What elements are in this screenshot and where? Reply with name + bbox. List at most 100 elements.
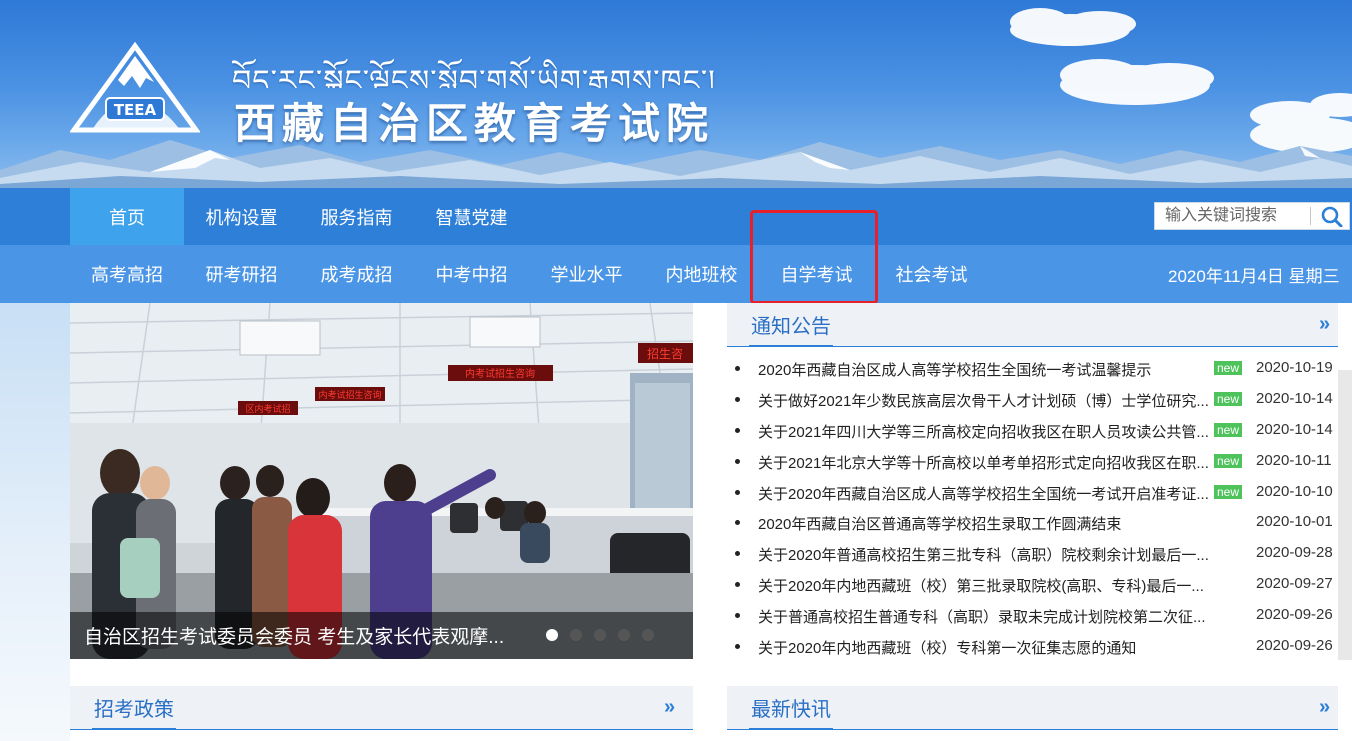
nav-item-label: 自学考试 bbox=[780, 265, 853, 285]
nav-item-graduate-exam[interactable]: 研考研招 bbox=[184, 245, 299, 303]
nav-item-label: 中考中招 bbox=[435, 265, 508, 285]
notices-panel-header: 通知公告 » bbox=[727, 303, 1338, 347]
site-title: 西藏自治区教育考试院 bbox=[234, 99, 715, 148]
current-date: 2020年11月4日 星期三 bbox=[1168, 266, 1340, 286]
notice-item[interactable]: 关于2020年内地西藏班（校）第三批录取院校(高职、专科)最后一... 2020-… bbox=[727, 569, 1337, 600]
notice-item[interactable]: 关于2020年普通高校招生第三批专科（高职）院校剩余计划最后一... 2020-0… bbox=[727, 538, 1337, 569]
notice-date: 2020-09-26 bbox=[1256, 637, 1333, 655]
notice-date: 2020-09-27 bbox=[1256, 575, 1333, 593]
notice-title[interactable]: 2020年西藏自治区成人高等学校招生全国统一考试温馨提示 bbox=[758, 359, 1210, 380]
notice-title[interactable]: 关于普通高校招生普通专科（高职）录取未完成计划院校第二次征... bbox=[758, 606, 1210, 627]
slide-dot[interactable] bbox=[570, 629, 582, 641]
news-more-button[interactable]: » bbox=[1319, 696, 1330, 719]
notice-date: 2020-10-19 bbox=[1256, 359, 1333, 376]
nav-item-label: 机构设置 bbox=[205, 207, 278, 228]
primary-nav: 首页 机构设置 服务指南 智慧党建 bbox=[0, 188, 1352, 245]
new-badge: new bbox=[1214, 361, 1243, 375]
news-title[interactable]: 最新快讯 bbox=[749, 686, 833, 730]
secondary-nav: 高考高招 研考研招 成考成招 中考中招 学业水平 内地班校 自学考试 社会考试 … bbox=[0, 245, 1352, 303]
new-badge: new bbox=[1214, 391, 1243, 406]
notice-title[interactable]: 关于做好2021年少数民族高层次骨干人才计划硕（博）士学位研究... bbox=[758, 390, 1210, 411]
left-decor-strip bbox=[0, 303, 70, 741]
slide-dot[interactable] bbox=[642, 629, 654, 641]
led-sign-text: 内考试招生咨询 bbox=[465, 367, 535, 380]
notice-item[interactable]: 关于普通高校招生普通专科（高职）录取未完成计划院校第二次征... 2020-09-… bbox=[727, 600, 1337, 631]
nav-item-party-building[interactable]: 智慧党建 bbox=[414, 188, 529, 245]
site-name-tibetan: བོད་རང་སྐྱོང་ལྗོངས་སློབ་གསོ་ཡིག་རྒྱུགས་ཁ… bbox=[232, 64, 716, 88]
policy-more-button[interactable]: » bbox=[664, 696, 675, 719]
nav-item-label: 高考高招 bbox=[91, 265, 163, 285]
led-sign-text: 区内考试招 bbox=[245, 403, 290, 415]
notice-date: 2020-10-10 bbox=[1256, 482, 1333, 500]
notice-title[interactable]: 关于2021年北京大学等十所高校以单考单招形式定向招收我区在职... bbox=[758, 452, 1210, 473]
nav-item-label: 内地班校 bbox=[665, 265, 738, 285]
nav-item-home[interactable]: 首页 bbox=[70, 188, 184, 245]
notices-more-button[interactable]: » bbox=[1319, 313, 1330, 336]
slide-caption[interactable]: 自治区招生考试委员会委员 考生及家长代表观摩... bbox=[84, 612, 504, 659]
notice-date: 2020-09-26 bbox=[1256, 606, 1333, 624]
nav-item-label: 研考研招 bbox=[205, 265, 278, 285]
nav-item-service-guide[interactable]: 服务指南 bbox=[299, 188, 414, 245]
slide-photo: 区内考试招 内考试招生咨询 内考试招生咨询 招生咨 bbox=[70, 303, 693, 659]
notice-item[interactable]: 关于做好2021年少数民族高层次骨干人才计划硕（博）士学位研究... new 202… bbox=[727, 384, 1337, 415]
led-sign-text: 内考试招生咨询 bbox=[318, 389, 381, 401]
led-sign-text: 招生咨 bbox=[647, 346, 683, 361]
notice-list: 2020年西藏自治区成人高等学校招生全国统一考试温馨提示 new 2020-10-1… bbox=[727, 353, 1337, 662]
new-badge: new bbox=[1214, 453, 1243, 468]
nav-item-adult-exam[interactable]: 成考成招 bbox=[299, 245, 414, 303]
new-badge: new bbox=[1214, 484, 1243, 499]
search-icon[interactable] bbox=[1319, 205, 1345, 227]
header-banner: TEEA བོད་རང་སྐྱོང་ལྗོངས་སློབ་གསོ་ཡིག་རྒྱ… bbox=[0, 0, 1352, 188]
news-slideshow[interactable]: 区内考试招 内考试招生咨询 内考试招生咨询 招生咨 自治区招生考试委员会委员 考… bbox=[70, 303, 693, 659]
policy-title[interactable]: 招考政策 bbox=[92, 686, 176, 730]
slide-dot[interactable] bbox=[546, 629, 558, 641]
notice-item[interactable]: 2020年西藏自治区成人高等学校招生全国统一考试温馨提示 new 2020-10-1… bbox=[727, 353, 1337, 384]
panel-divider bbox=[727, 729, 1338, 730]
nav-item-label: 学业水平 bbox=[550, 265, 623, 285]
notice-title[interactable]: 2020年西藏自治区普通高等学校招生录取工作圆满结束 bbox=[758, 513, 1210, 534]
notice-item[interactable]: 关于2020年西藏自治区成人高等学校招生全国统一考试开启准考证... new 202… bbox=[727, 477, 1337, 508]
nav-item-self-study-exam[interactable]: 自学考试 bbox=[759, 245, 874, 303]
notice-title[interactable]: 关于2020年普通高校招生第三批专科（高职）院校剩余计划最后一... bbox=[758, 544, 1210, 565]
nav-item-inland-classes[interactable]: 内地班校 bbox=[644, 245, 759, 303]
bullet-icon bbox=[735, 427, 740, 433]
notice-item[interactable]: 关于2021年北京大学等十所高校以单考单招形式定向招收我区在职... new 202… bbox=[727, 446, 1337, 477]
nav-item-label: 服务指南 bbox=[320, 207, 393, 228]
nav-item-label: 首页 bbox=[109, 207, 145, 228]
panel-divider bbox=[727, 346, 1338, 347]
notice-title[interactable]: 关于2020年内地西藏班（校）专科第一次征集志愿的通知 bbox=[758, 637, 1210, 658]
notice-date: 2020-10-11 bbox=[1256, 451, 1332, 469]
panel-divider bbox=[70, 729, 693, 730]
new-badge: new bbox=[1214, 422, 1243, 437]
slide-dot[interactable] bbox=[594, 629, 606, 641]
nav-item-academic-level[interactable]: 学业水平 bbox=[529, 245, 644, 303]
notice-date: 2020-09-28 bbox=[1256, 544, 1333, 562]
slide-pagination bbox=[546, 629, 654, 641]
nav-item-gaokao[interactable]: 高考高招 bbox=[70, 245, 184, 303]
bullet-icon bbox=[735, 582, 740, 588]
notice-title[interactable]: 关于2020年西藏自治区成人高等学校招生全国统一考试开启准考证... bbox=[758, 483, 1210, 504]
nav-item-social-exam[interactable]: 社会考试 bbox=[874, 245, 989, 303]
notice-date: 2020-10-14 bbox=[1256, 420, 1333, 438]
nav-item-label: 智慧党建 bbox=[435, 207, 508, 228]
notice-title[interactable]: 关于2020年内地西藏班（校）第三批录取院校(高职、专科)最后一... bbox=[758, 575, 1210, 596]
bullet-icon bbox=[735, 366, 740, 371]
nav-item-label: 社会考试 bbox=[895, 265, 968, 285]
notice-title[interactable]: 关于2021年四川大学等三所高校定向招收我区在职人员攻读公共管... bbox=[758, 421, 1210, 442]
scrollbar[interactable] bbox=[1338, 370, 1352, 660]
bullet-icon bbox=[735, 396, 740, 402]
notice-item[interactable]: 2020年西藏自治区普通高等学校招生录取工作圆满结束 2020-10-01 bbox=[727, 507, 1337, 538]
search-input[interactable] bbox=[1155, 203, 1307, 229]
notice-item[interactable]: 关于2020年内地西藏班（校）专科第一次征集志愿的通知 2020-09-26 bbox=[727, 631, 1337, 662]
nav-item-zhongkao[interactable]: 中考中招 bbox=[414, 245, 529, 303]
slide-dot[interactable] bbox=[618, 629, 630, 641]
search-divider bbox=[1310, 207, 1311, 225]
notice-date: 2020-10-01 bbox=[1256, 513, 1333, 531]
notice-item[interactable]: 关于2021年四川大学等三所高校定向招收我区在职人员攻读公共管... new 202… bbox=[727, 415, 1337, 446]
bullet-icon bbox=[735, 520, 740, 526]
teea-logo: TEEA bbox=[70, 42, 200, 133]
bullet-icon bbox=[735, 489, 740, 495]
notices-title[interactable]: 通知公告 bbox=[749, 303, 833, 347]
nav-item-organization[interactable]: 机构设置 bbox=[184, 188, 299, 245]
bullet-icon bbox=[735, 458, 740, 464]
